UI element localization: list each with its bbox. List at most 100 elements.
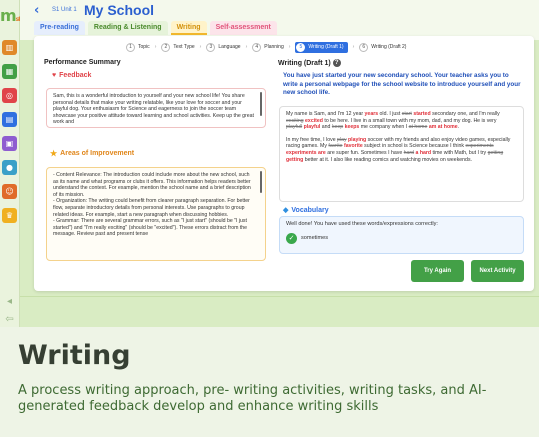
improvement-item: - Grammar: There are several grammar err… [53, 218, 248, 238]
try-again-button[interactable]: Try Again [411, 260, 464, 282]
tab-reading-listening[interactable]: Reading & Listening [87, 21, 168, 35]
draft-text: time with Math, but I try [431, 149, 488, 156]
step-text-type[interactable]: 2 Text Type [161, 42, 195, 53]
top-bar: ‹ S1 Unit 1 My School Pre-reading Readin… [20, 0, 539, 40]
feedback-label: Feedback [59, 72, 92, 79]
help-icon[interactable]: ? [332, 59, 341, 67]
tab-pre-reading[interactable]: Pre-reading [34, 21, 85, 35]
draft-paragraph-2: In my free time, I love play playing soc… [286, 137, 514, 163]
stepper: 1 Topic › 2 Text Type › 3 Language › 4 Plann… [126, 41, 406, 53]
tab-self-assessment[interactable]: Self-assessment [209, 21, 277, 35]
deleted-text: play [337, 136, 347, 143]
deleted-text: hard [403, 149, 415, 156]
step-separator: › [154, 44, 157, 50]
left-rail: mstudy ▥ ▦ ◎ ▤ ▣ ● ☺ ♛ ◂ ⇦ [0, 0, 31, 327]
corrected-text: favorite [343, 143, 363, 150]
next-activity-button[interactable]: Next Activity [471, 260, 524, 282]
performance-summary-title: Performance Summary [44, 59, 121, 66]
corrected-text: getting [286, 156, 304, 163]
step-topic[interactable]: 1 Topic [126, 42, 150, 53]
corrected-text: years [364, 111, 379, 117]
feedback-text: Sam, this is a wonderful introduction to… [53, 93, 254, 126]
step-separator: › [352, 44, 355, 50]
draft-title-text: Writing (Draft 1) [278, 59, 331, 67]
unit-label: S1 Unit 1 [52, 7, 77, 13]
section-tabs: Pre-reading Reading & Listening Writing … [34, 21, 277, 35]
feedback-heading: ♥ Feedback [52, 72, 91, 79]
corrected-text: excited [305, 117, 323, 124]
notebook-icon[interactable]: ▤ [2, 112, 17, 127]
draft-text: My name is Sam, and I'm 12 year [286, 111, 365, 117]
draft-text: better at it. I also like reading comics… [303, 156, 472, 163]
deleted-text: start [401, 111, 412, 117]
corrected-text: am at home [428, 124, 458, 131]
draft-title: Writing (Draft 1) ? [278, 59, 341, 67]
caption-body: A process writing approach, pre- writing… [18, 383, 487, 414]
vocabulary-item: ✓ sometimes [286, 232, 514, 244]
corrected-text: playing [348, 136, 367, 143]
vocabulary-heading: ◆ Vocabulary [283, 206, 329, 215]
deleted-text: at home [408, 124, 428, 131]
draft-text: are super fun. Sometimes I have [325, 149, 404, 156]
writing-card: 1 Topic › 2 Text Type › 3 Language › 4 Plann… [34, 36, 534, 291]
clipboard-icon[interactable]: ▣ [2, 136, 17, 151]
step-language[interactable]: 3 Language [206, 42, 241, 53]
deleted-text: favrite [328, 143, 343, 150]
step-writing-draft-2[interactable]: 6 Writing (Draft 2) [359, 42, 406, 53]
improvement-heading: ★ Areas of Improvement [50, 149, 134, 158]
step-separator: › [199, 44, 202, 50]
draft-text: . [457, 124, 460, 131]
scrollbar[interactable] [260, 92, 262, 116]
step-separator: › [245, 44, 248, 50]
chat-icon[interactable]: ● [2, 160, 17, 175]
vocabulary-message: Well done! You have used these words/exp… [286, 221, 438, 227]
step-planning[interactable]: 4 Planning [252, 42, 284, 53]
corrected-text: keeps [344, 124, 360, 131]
diamond-icon: ◆ [283, 207, 289, 214]
writing-prompt: You have just started your new secondary… [283, 72, 521, 97]
feedback-box[interactable]: Sam, this is a wonderful introduction to… [46, 88, 266, 128]
deleted-text: exciting [286, 117, 304, 124]
speaker-icon[interactable]: ◂ [3, 295, 16, 308]
vocabulary-word: sometimes [301, 234, 329, 241]
caption-title: Writing [18, 340, 131, 371]
trophy-icon[interactable]: ♛ [2, 208, 17, 223]
scrollbar[interactable] [260, 171, 262, 193]
people-icon[interactable]: ☺ [2, 184, 17, 199]
star-icon: ★ [50, 149, 58, 158]
heart-icon: ♥ [52, 72, 57, 79]
draft-text: subject in school is Science because I t… [362, 143, 466, 150]
improvement-box[interactable]: - Content Relevance: The introduction co… [46, 167, 266, 261]
ground-divider [20, 296, 539, 297]
target-icon[interactable]: ◎ [2, 88, 17, 103]
improvement-item: - Organization: The writing could benefi… [53, 198, 250, 218]
corrected-text: experiments are [286, 149, 326, 156]
draft-text: secondary one, and I'm really [430, 111, 500, 117]
draft-text: and [320, 124, 332, 131]
draft-text-box[interactable]: My name is Sam, and I'm 12 year years ol… [279, 106, 524, 202]
logout-icon[interactable]: ⇦ [3, 313, 16, 326]
tab-writing[interactable]: Writing [170, 21, 207, 35]
draft-text: old. I just [378, 111, 402, 117]
vocabulary-label: Vocabulary [291, 206, 329, 214]
deleted-text: keep [331, 124, 344, 131]
app-screenshot: mstudy ▥ ▦ ◎ ▤ ▣ ● ☺ ♛ ◂ ⇦ ‹ S1 Unit 1 M… [0, 0, 539, 327]
draft-paragraph-1: My name is Sam, and I'm 12 year years ol… [286, 111, 514, 131]
improvement-label: Areas of Improvement [60, 150, 135, 157]
vocabulary-box: Well done! You have used these words/exp… [279, 216, 524, 254]
corrected-text: a hard [415, 149, 432, 156]
back-arrow-icon[interactable]: ‹ [34, 4, 46, 18]
deleted-text: getting [487, 149, 504, 156]
draft-text: to be here. I live in a small town with … [322, 117, 497, 124]
books-icon[interactable]: ▥ [2, 40, 17, 55]
page-title: My School [84, 2, 155, 18]
improvement-item: - Content Relevance: The introduction co… [53, 172, 251, 198]
grid-icon[interactable]: ▦ [2, 64, 17, 79]
step-writing-draft-1[interactable]: 5 Writing (Draft 1) [295, 41, 348, 53]
app-logo: mstudy [0, 6, 31, 25]
step-separator: › [288, 44, 291, 50]
checkmark-icon: ✓ [286, 232, 297, 244]
draft-text: In my free time, I love [286, 136, 338, 143]
deleted-text: experiments [465, 143, 494, 150]
corrected-text: started [413, 111, 431, 117]
